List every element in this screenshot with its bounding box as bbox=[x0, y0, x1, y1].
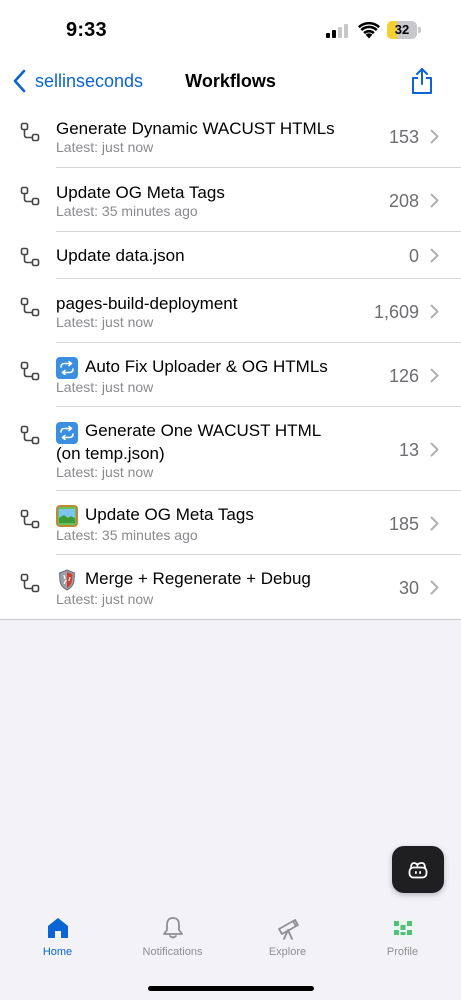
workflow-row[interactable]: Generate One WACUST HTML (on temp.json) … bbox=[0, 407, 461, 491]
cycle-arrows-icon bbox=[56, 357, 78, 379]
workflow-icon bbox=[20, 573, 40, 593]
workflow-latest: Latest: just now bbox=[56, 591, 154, 607]
page-title: Workflows bbox=[185, 71, 276, 91]
workflow-run-count: 185 bbox=[388, 514, 419, 534]
workflow-run-count: 13 bbox=[398, 440, 419, 460]
tab-label: Notifications bbox=[142, 946, 203, 958]
workflow-row[interactable]: pages-build-deployment Latest: just now … bbox=[0, 279, 461, 343]
bell-icon bbox=[162, 917, 183, 939]
workflow-row[interactable]: Merge + Regenerate + Debug Latest: just … bbox=[0, 555, 461, 619]
workflow-icon bbox=[20, 297, 40, 317]
workflow-name: Update OG Meta Tags bbox=[85, 505, 254, 524]
status-bar: 9:33 32 bbox=[0, 0, 461, 58]
workflow-latest: Latest: just now bbox=[56, 314, 154, 330]
workflow-name: pages-build-deployment bbox=[56, 294, 238, 313]
battery-percent: 32 bbox=[394, 22, 410, 37]
framed-picture-icon bbox=[56, 505, 78, 527]
tab-notifications[interactable]: Notifications bbox=[115, 915, 230, 971]
cycle-arrows-icon bbox=[56, 422, 78, 444]
shield-icon bbox=[56, 569, 78, 591]
workflow-row[interactable]: Auto Fix Uploader & OG HTMLs Latest: jus… bbox=[0, 343, 461, 407]
chevron-right-icon bbox=[430, 193, 439, 208]
workflow-icon bbox=[20, 509, 40, 529]
workflow-name: Auto Fix Uploader & OG HTMLs bbox=[85, 357, 328, 376]
workflow-row[interactable]: Update OG Meta Tags Latest: 35 minutes a… bbox=[0, 491, 461, 555]
home-indicator bbox=[148, 986, 314, 991]
workflow-name: Merge + Regenerate + Debug bbox=[85, 569, 311, 588]
chevron-right-icon bbox=[430, 516, 439, 531]
copilot-button[interactable] bbox=[392, 846, 444, 893]
wifi-icon bbox=[358, 22, 380, 39]
workflow-run-count: 208 bbox=[388, 191, 419, 211]
tab-explore[interactable]: Explore bbox=[230, 915, 345, 971]
workflow-row[interactable]: Update data.json 0 bbox=[0, 232, 461, 279]
chevron-right-icon bbox=[430, 129, 439, 144]
workflow-run-count: 126 bbox=[388, 366, 419, 386]
telescope-icon bbox=[277, 919, 299, 940]
share-icon[interactable] bbox=[410, 67, 434, 95]
workflow-row[interactable]: Generate Dynamic WACUST HTMLs Latest: ju… bbox=[0, 104, 461, 168]
workflow-latest: Latest: 35 minutes ago bbox=[56, 203, 198, 219]
workflow-icon bbox=[20, 122, 40, 142]
workflow-latest: Latest: just now bbox=[56, 379, 154, 395]
workflow-list: Generate Dynamic WACUST HTMLs Latest: ju… bbox=[0, 104, 461, 620]
workflow-icon bbox=[20, 425, 40, 445]
navigation-bar: sellinseconds Workflows bbox=[0, 58, 461, 104]
tab-label: Explore bbox=[268, 946, 307, 958]
workflow-latest: Latest: just now bbox=[56, 139, 154, 155]
workflow-run-count: 1,609 bbox=[373, 302, 419, 322]
cellular-signal-icon bbox=[326, 24, 352, 38]
workflow-name: Generate Dynamic WACUST HTMLs bbox=[56, 119, 335, 138]
workflow-name: Update OG Meta Tags bbox=[56, 183, 225, 202]
chevron-right-icon bbox=[430, 368, 439, 383]
tab-label: Profile bbox=[386, 946, 419, 958]
tab-profile[interactable]: Profile bbox=[345, 915, 460, 971]
workflow-icon bbox=[20, 186, 40, 206]
workflow-run-count: 153 bbox=[388, 127, 419, 147]
home-icon bbox=[47, 918, 68, 938]
chevron-right-icon bbox=[430, 442, 439, 457]
workflow-name: Update data.json bbox=[56, 246, 185, 265]
tab-label: Home bbox=[42, 946, 73, 958]
workflow-run-count: 0 bbox=[408, 246, 419, 266]
workflow-icon bbox=[20, 361, 40, 381]
workflow-latest: Latest: just now bbox=[56, 464, 154, 480]
tab-home[interactable]: Home bbox=[0, 915, 115, 971]
chevron-right-icon bbox=[430, 248, 439, 263]
status-time: 9:33 bbox=[66, 19, 107, 41]
chevron-right-icon bbox=[430, 304, 439, 319]
battery-icon: 32 bbox=[387, 21, 421, 39]
workflow-run-count: 30 bbox=[398, 578, 419, 598]
chevron-right-icon bbox=[430, 580, 439, 595]
workflow-icon bbox=[20, 247, 40, 267]
workflow-row[interactable]: Update OG Meta Tags Latest: 35 minutes a… bbox=[0, 168, 461, 232]
copilot-icon bbox=[408, 861, 428, 878]
profile-avatar-icon bbox=[391, 919, 414, 937]
workflow-latest: Latest: 35 minutes ago bbox=[56, 527, 198, 543]
workflow-name: Generate One WACUST HTML (on temp.json) bbox=[56, 421, 321, 463]
